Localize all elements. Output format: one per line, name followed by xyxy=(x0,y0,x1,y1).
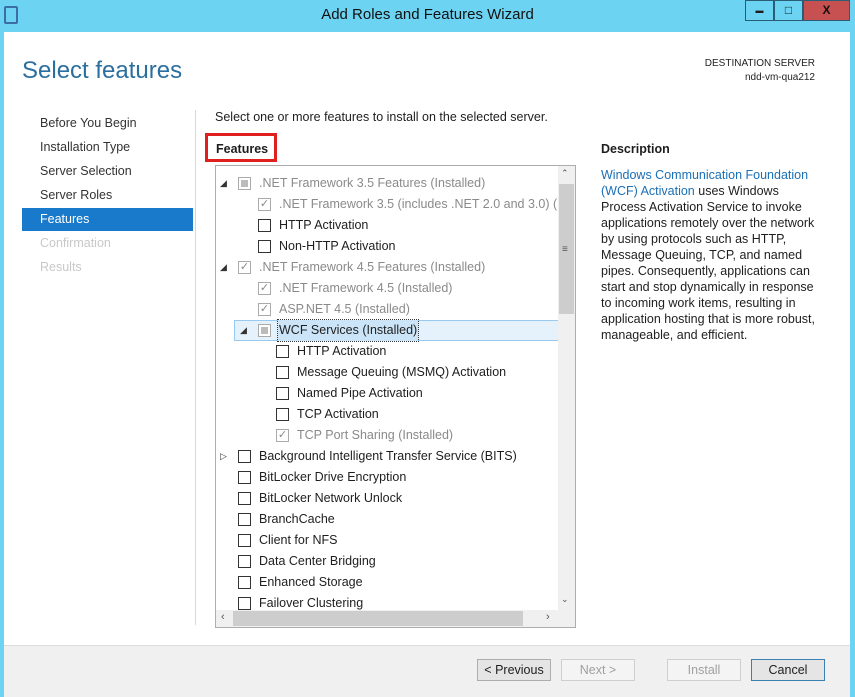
collapse-arrow-icon[interactable]: ◢ xyxy=(240,320,247,341)
feature-row[interactable]: Client for NFS xyxy=(216,530,558,551)
scroll-right-icon[interactable]: › xyxy=(546,611,550,623)
feature-row[interactable]: BitLocker Network Unlock xyxy=(216,488,558,509)
maximize-button[interactable]: □ xyxy=(774,0,803,21)
features-heading: Features xyxy=(205,133,277,162)
feature-row[interactable]: ◢ WCF Services (Installed) xyxy=(216,319,558,342)
feature-checkbox[interactable] xyxy=(276,345,289,358)
feature-checkbox[interactable] xyxy=(238,471,251,484)
cancel-button[interactable]: Cancel xyxy=(751,659,825,681)
nav-item-installation-type[interactable]: Installation Type xyxy=(22,136,193,159)
feature-checkbox[interactable] xyxy=(276,408,289,421)
nav-item-server-selection[interactable]: Server Selection xyxy=(22,160,193,183)
close-button[interactable]: X xyxy=(803,0,850,21)
feature-row[interactable]: ◢ .NET Framework 3.5 Features (Installed) xyxy=(216,173,558,194)
feature-label: .NET Framework 3.5 Features (Installed) xyxy=(259,176,486,190)
feature-label: .NET Framework 3.5 (includes .NET 2.0 an… xyxy=(279,197,576,211)
feature-row[interactable]: BranchCache xyxy=(216,509,558,530)
feature-label: HTTP Activation xyxy=(279,218,369,232)
feature-checkbox[interactable] xyxy=(238,492,251,505)
nav-item-server-roles[interactable]: Server Roles xyxy=(22,184,193,207)
feature-row[interactable]: Enhanced Storage xyxy=(216,572,558,593)
destination-server-label: DESTINATION SERVER xyxy=(704,58,815,69)
feature-row[interactable]: ✓ TCP Port Sharing (Installed) xyxy=(216,425,558,446)
nav-item-confirmation: Confirmation xyxy=(40,236,111,250)
feature-label: Named Pipe Activation xyxy=(297,386,423,400)
feature-row[interactable]: Non-HTTP Activation xyxy=(216,236,558,257)
feature-label: WCF Services (Installed) xyxy=(276,319,420,342)
feature-row[interactable]: Data Center Bridging xyxy=(216,551,558,572)
feature-label: Data Center Bridging xyxy=(259,554,376,568)
feature-row[interactable]: ◢ ✓ .NET Framework 4.5 Features (Installed… xyxy=(216,257,558,278)
feature-checkbox[interactable] xyxy=(276,387,289,400)
feature-row[interactable]: ✓ ASP.NET 4.5 (Installed) xyxy=(216,299,558,320)
install-button[interactable]: Install xyxy=(667,659,741,681)
scroll-hthumb[interactable] xyxy=(233,611,523,626)
feature-checkbox[interactable] xyxy=(258,219,271,232)
vertical-scrollbar[interactable]: ⌃ ≡ ⌄ xyxy=(558,166,575,610)
feature-checkbox[interactable]: ✓ xyxy=(258,282,271,295)
feature-checkbox[interactable] xyxy=(238,177,251,190)
feature-row[interactable]: Named Pipe Activation xyxy=(216,383,558,404)
collapse-arrow-icon[interactable]: ◢ xyxy=(220,257,227,278)
feature-checkbox[interactable] xyxy=(276,366,289,379)
title-bar: Add Roles and Features Wizard ▬ □ X xyxy=(0,0,855,32)
feature-row[interactable]: ✓ .NET Framework 3.5 (includes .NET 2.0 a… xyxy=(216,194,575,215)
feature-row[interactable]: ✓ .NET Framework 4.5 (Installed) xyxy=(216,278,558,299)
feature-checkbox[interactable] xyxy=(238,597,251,610)
instruction-text: Select one or more features to install o… xyxy=(215,110,548,124)
feature-label: .NET Framework 4.5 (Installed) xyxy=(279,281,453,295)
collapse-arrow-icon[interactable]: ◢ xyxy=(220,173,227,194)
feature-checkbox[interactable]: ✓ xyxy=(238,261,251,274)
previous-button[interactable]: < Previous xyxy=(477,659,551,681)
horizontal-scrollbar[interactable]: ‹ › xyxy=(216,610,575,627)
feature-checkbox[interactable] xyxy=(238,513,251,526)
features-tree[interactable]: ◢ .NET Framework 3.5 Features (Installed)… xyxy=(215,165,576,628)
scroll-up-icon[interactable]: ⌃ xyxy=(561,168,569,179)
feature-label: ASP.NET 4.5 (Installed) xyxy=(279,302,410,316)
feature-checkbox[interactable]: ✓ xyxy=(276,429,289,442)
description-heading: Description xyxy=(601,142,670,156)
scroll-down-icon[interactable]: ⌄ xyxy=(561,594,569,605)
feature-checkbox[interactable] xyxy=(238,576,251,589)
divider xyxy=(195,110,196,625)
feature-row[interactable]: HTTP Activation xyxy=(216,341,558,362)
feature-checkbox[interactable] xyxy=(238,534,251,547)
feature-label: .NET Framework 4.5 Features (Installed) xyxy=(259,260,486,274)
feature-checkbox[interactable] xyxy=(238,555,251,568)
feature-row[interactable]: HTTP Activation xyxy=(216,215,558,236)
description-text: Windows Communication Foundation (WCF) A… xyxy=(601,167,819,343)
feature-label: Non-HTTP Activation xyxy=(279,239,396,253)
destination-server-name: ndd-vm-qua212 xyxy=(744,72,815,83)
page-title: Select features xyxy=(22,57,183,84)
expand-arrow-icon[interactable]: ▷ xyxy=(220,446,227,467)
feature-checkbox[interactable]: ✓ xyxy=(258,303,271,316)
feature-label: BitLocker Network Unlock xyxy=(259,491,403,505)
feature-label: Message Queuing (MSMQ) Activation xyxy=(297,365,507,379)
next-button[interactable]: Next > xyxy=(561,659,635,681)
feature-checkbox[interactable] xyxy=(258,324,271,337)
scroll-left-icon[interactable]: ‹ xyxy=(221,611,225,623)
window-title: Add Roles and Features Wizard xyxy=(321,6,534,23)
feature-row[interactable]: BitLocker Drive Encryption xyxy=(216,467,558,488)
minimize-button[interactable]: ▬ xyxy=(745,0,774,21)
feature-label: TCP Activation xyxy=(297,407,379,421)
scroll-grip-icon: ≡ xyxy=(562,244,568,255)
feature-label: Background Intelligent Transfer Service … xyxy=(259,449,517,463)
nav-item-features[interactable]: Features xyxy=(22,208,193,231)
feature-label: Client for NFS xyxy=(259,533,338,547)
feature-label: Enhanced Storage xyxy=(259,575,363,589)
description-body: uses Windows Process Activation Service … xyxy=(601,184,816,342)
feature-row[interactable]: TCP Activation xyxy=(216,404,558,425)
feature-checkbox[interactable]: ✓ xyxy=(258,198,271,211)
feature-row[interactable]: ▷ Background Intelligent Transfer Service… xyxy=(216,446,558,467)
nav-item-before-you-begin[interactable]: Before You Begin xyxy=(22,112,193,135)
feature-checkbox[interactable] xyxy=(258,240,271,253)
nav-item-results: Results xyxy=(40,260,82,274)
feature-label: TCP Port Sharing (Installed) xyxy=(297,428,454,442)
feature-row[interactable]: Message Queuing (MSMQ) Activation xyxy=(216,362,558,383)
feature-label: HTTP Activation xyxy=(297,344,387,358)
feature-checkbox[interactable] xyxy=(238,450,251,463)
feature-label: BranchCache xyxy=(259,512,335,526)
feature-label: BitLocker Drive Encryption xyxy=(259,470,407,484)
